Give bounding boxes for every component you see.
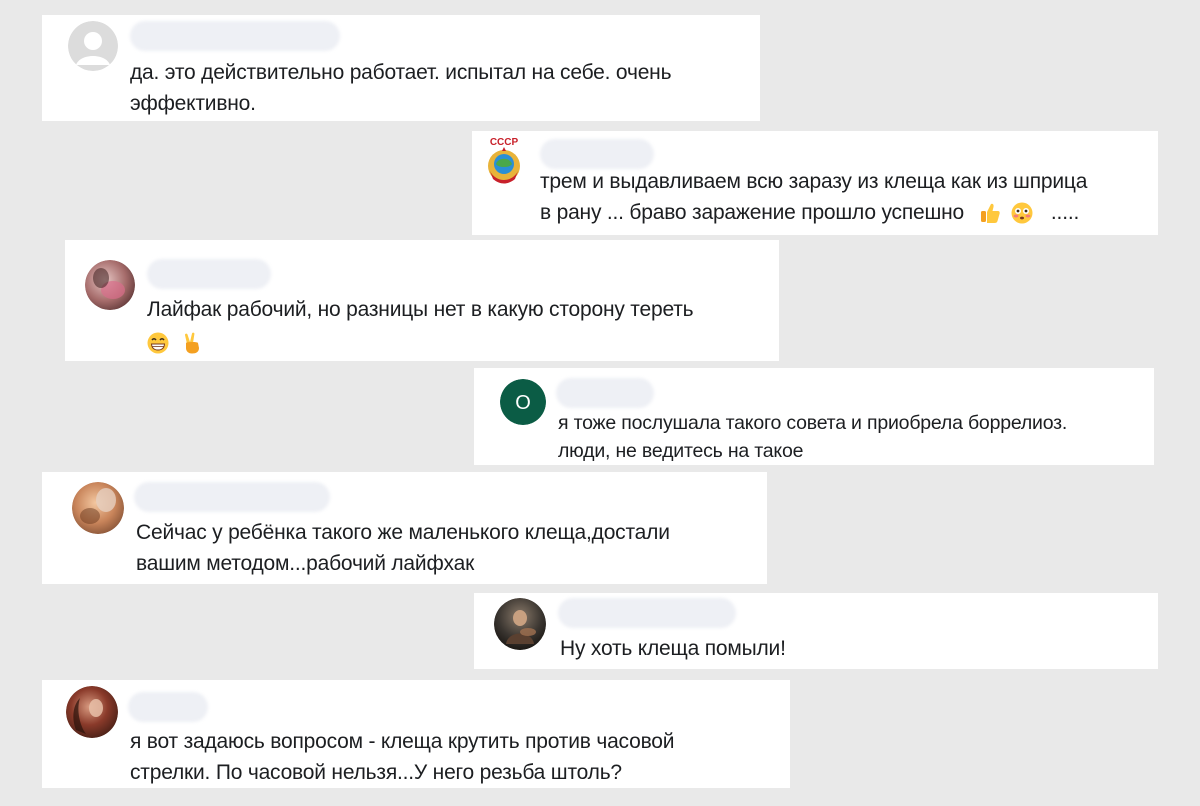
author-name-redacted[interactable] [130,21,340,51]
comment-line: стрелки. По часовой нельзя...У него резь… [130,761,622,784]
comment-text: я вот задаюсь вопросом - клеща крутить п… [130,726,675,788]
user-photo-avatar-icon[interactable] [494,598,546,650]
comment-text: Сейчас у ребёнка такого же маленького кл… [136,517,670,579]
comment-card: Сейчас у ребёнка такого же маленького кл… [42,472,767,584]
comment-line: да. это действительно работает. испытал … [130,61,672,84]
comment-line: вашим методом...рабочий лайфхак [136,552,475,575]
comment-line: эффективно. [130,92,256,115]
comment-card: СССР трем и выдавливаем всю заразу из кл… [472,131,1158,235]
victory-hand-emoji-icon [183,332,201,354]
comment-line: люди, не ведитесь на такое [558,440,804,462]
svg-text:СССР: СССР [490,137,519,148]
author-name-redacted[interactable] [540,139,654,169]
emoji-line [147,325,693,358]
comment-card: О я тоже послушала такого совета и приоб… [474,368,1154,465]
author-name-redacted[interactable] [556,378,654,408]
author-name-redacted[interactable] [147,259,271,289]
svg-text:О: О [515,392,531,414]
comment-card: Ну хоть клеща помыли! [474,593,1158,669]
comment-line: в рану ... браво заражение прошло успешн… [540,197,1087,228]
comment-line: я тоже послушала такого совета и приобре… [558,412,1068,434]
ussr-emblem-avatar-icon[interactable]: СССР [482,133,526,187]
comment-text: трем и выдавливаем всю заразу из клеща к… [540,166,1087,228]
comment-line-suffix: ..... [1050,201,1080,224]
user-photo-avatar-icon[interactable] [72,482,124,534]
comment-line: Лайфак рабочий, но разницы нет в какую с… [147,298,694,321]
author-name-redacted[interactable] [128,692,208,722]
comment-card: да. это действительно работает. испытал … [42,15,760,121]
letter-avatar-icon[interactable]: О [500,379,546,425]
user-photo-avatar-icon[interactable] [85,260,135,310]
comment-line: Сейчас у ребёнка такого же маленького кл… [136,521,670,544]
comment-text: я тоже послушала такого совета и приобре… [558,409,1067,465]
default-user-avatar-icon[interactable] [68,21,118,71]
thumbs-up-emoji-icon [980,202,1000,224]
comment-line: Ну хоть клеща помыли! [560,637,786,660]
author-name-redacted[interactable] [134,482,330,512]
comment-text: Лайфак рабочий, но разницы нет в какую с… [147,294,694,358]
grinning-face-emoji-icon [147,332,169,354]
author-name-redacted[interactable] [558,598,736,628]
comment-card: я вот задаюсь вопросом - клеща крутить п… [42,680,790,788]
comment-line: я вот задаюсь вопросом - клеща крутить п… [130,730,675,753]
flushed-face-emoji-icon [1011,202,1033,224]
comment-card: Лайфак рабочий, но разницы нет в какую с… [65,240,779,361]
comment-text: да. это действительно работает. испытал … [130,57,672,119]
user-photo-avatar-icon[interactable] [66,686,118,738]
comment-line: трем и выдавливаем всю заразу из клеща к… [540,170,1088,193]
comment-text: Ну хоть клеща помыли! [560,633,786,664]
comment-line-text: в рану ... браво заражение прошло успешн… [540,201,964,224]
